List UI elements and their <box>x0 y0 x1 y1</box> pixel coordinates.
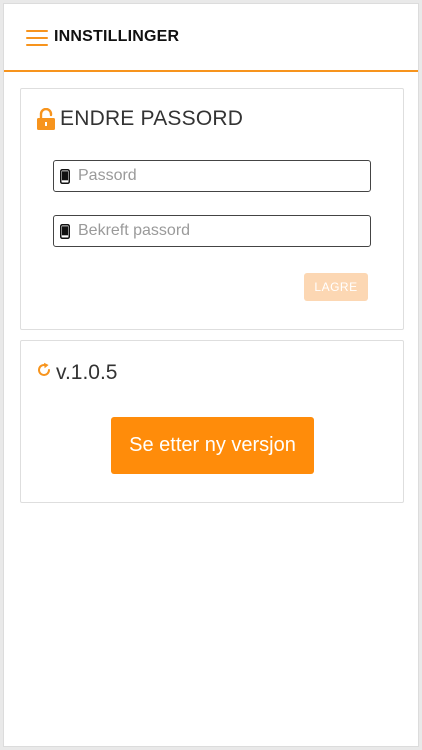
version-header: v.1.0.5 <box>36 361 117 385</box>
unlocked-padlock-icon <box>37 108 55 130</box>
password-input[interactable] <box>78 161 370 191</box>
change-password-card: ENDRE PASSORD LAGRE <box>20 88 404 330</box>
mobile-phone-icon <box>60 168 70 184</box>
settings-screen: INNSTILLINGER ENDRE PASSORD LAGRE v.1.0.… <box>3 3 419 747</box>
version-number: v.1.0.5 <box>56 361 118 384</box>
save-button[interactable]: LAGRE <box>304 273 368 301</box>
version-card: v.1.0.5 Se etter ny versjon <box>20 340 404 503</box>
change-password-header: ENDRE PASSORD <box>37 107 243 131</box>
confirm-password-field[interactable] <box>53 215 371 247</box>
page-title: INNSTILLINGER <box>54 28 180 45</box>
app-header: INNSTILLINGER <box>4 4 418 72</box>
hamburger-menu-icon[interactable] <box>26 30 48 46</box>
check-for-update-button[interactable]: Se etter ny versjon <box>111 417 314 474</box>
confirm-password-input[interactable] <box>78 216 370 246</box>
change-password-title: ENDRE PASSORD <box>60 107 244 130</box>
mobile-phone-icon <box>60 223 70 239</box>
refresh-icon <box>38 362 50 376</box>
password-field[interactable] <box>53 160 371 192</box>
